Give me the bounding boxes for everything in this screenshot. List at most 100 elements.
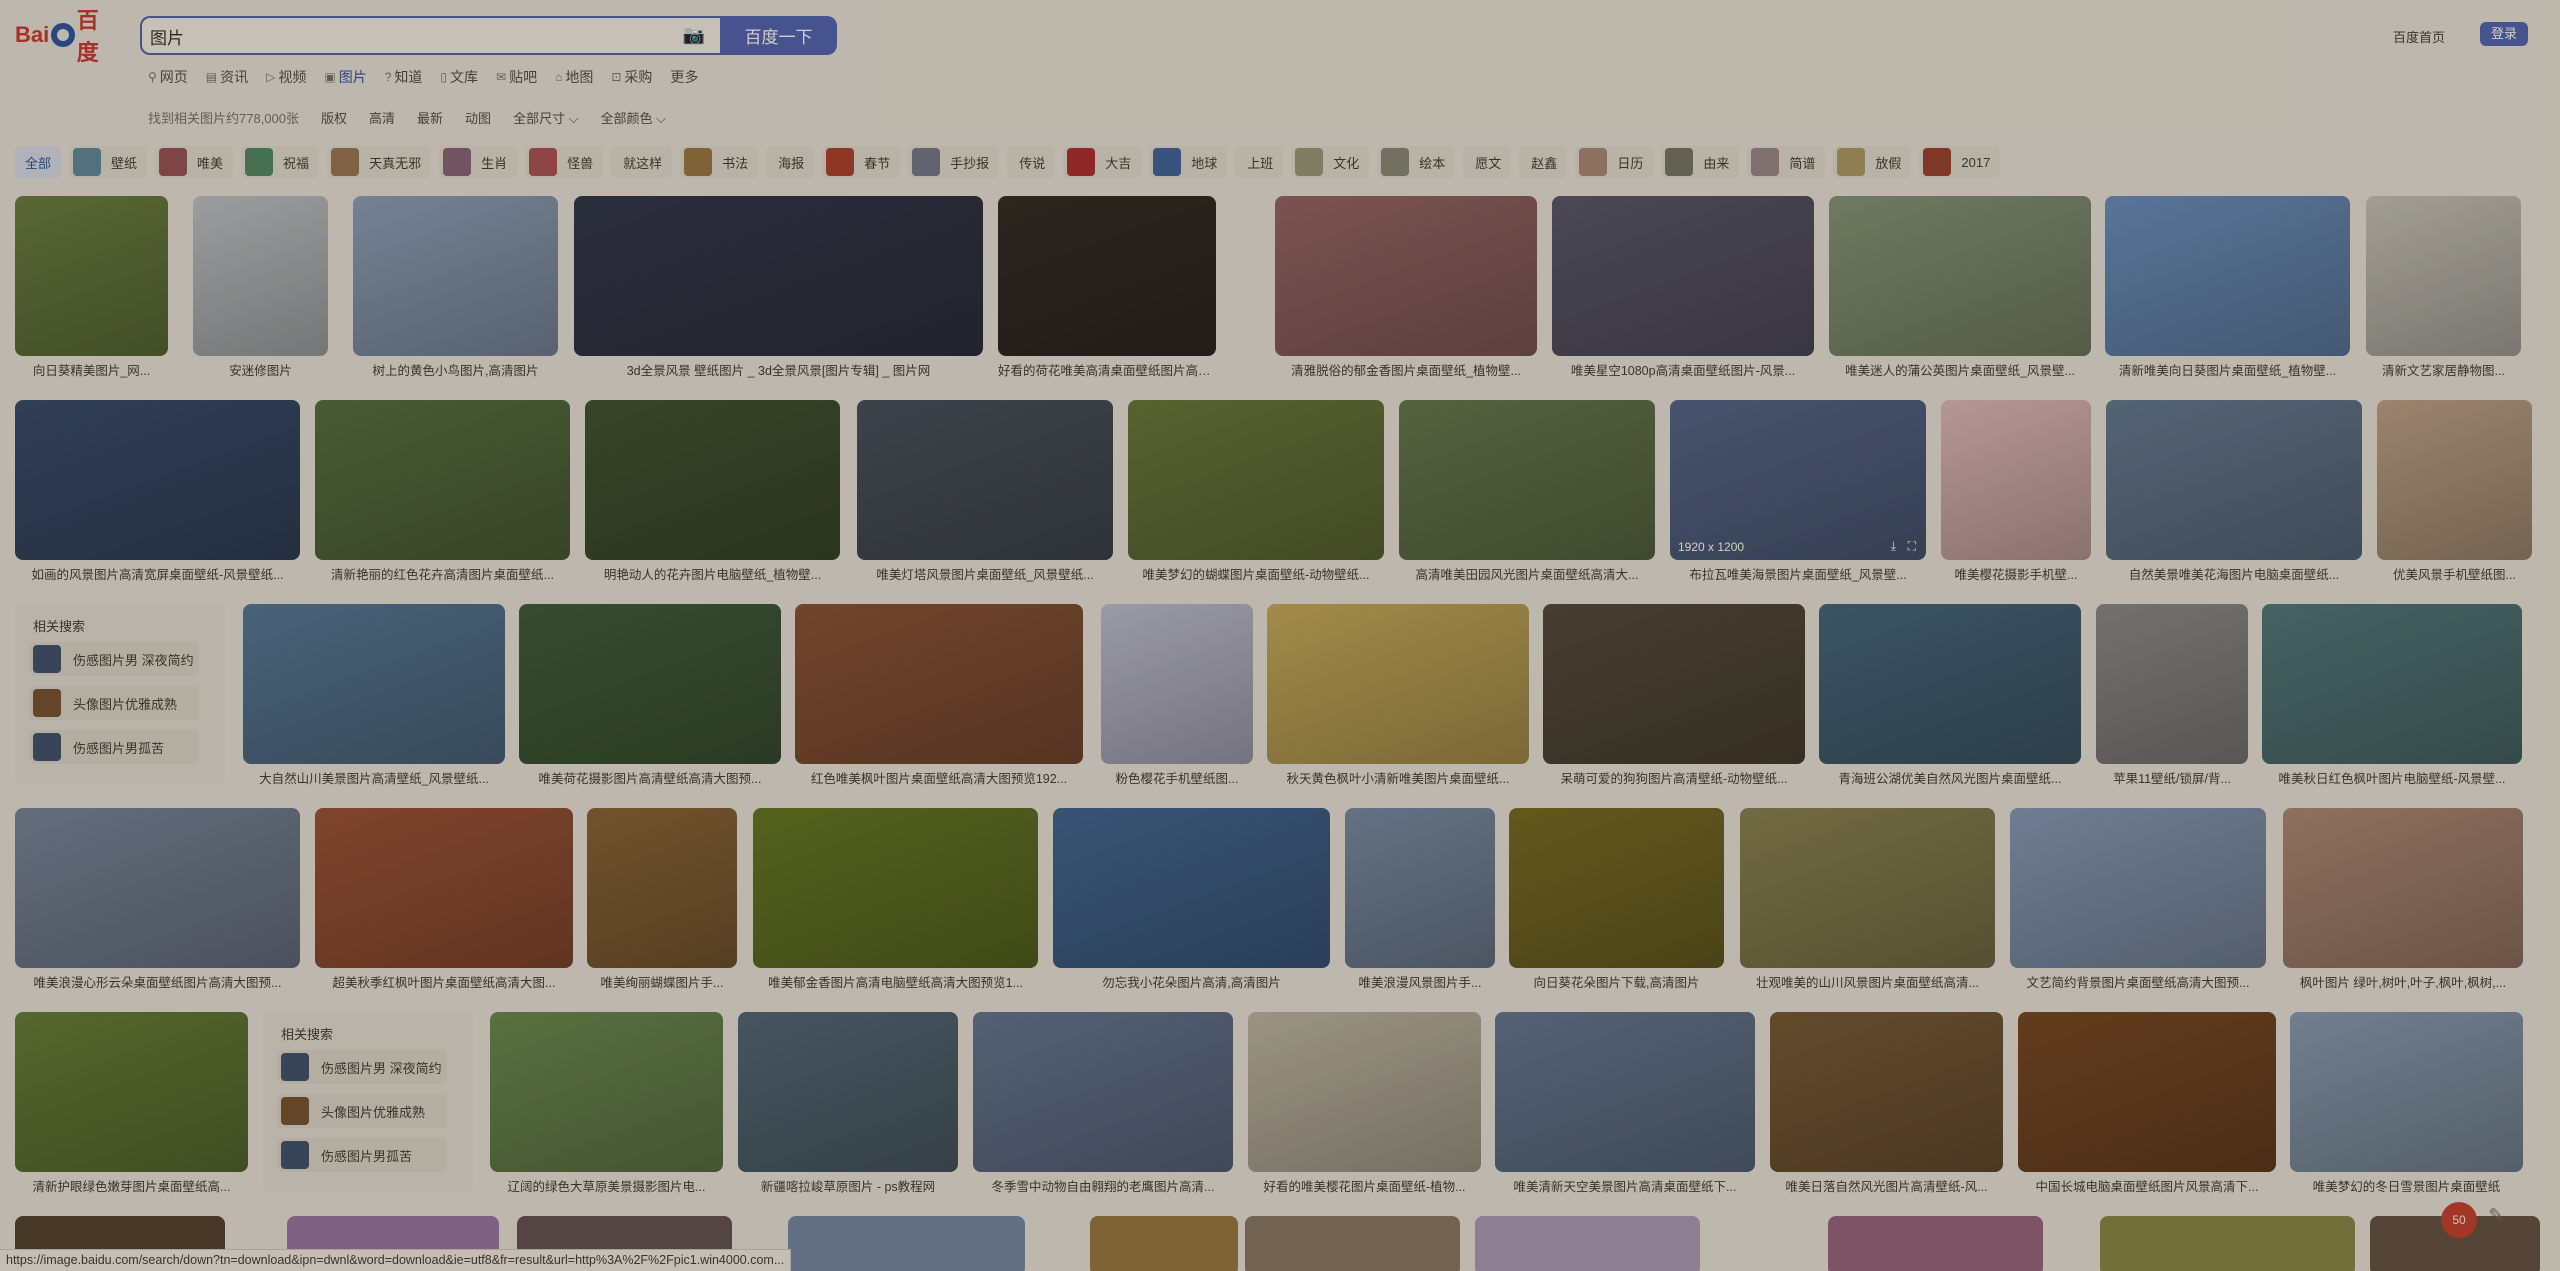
image-thumbnail[interactable] (1543, 604, 1805, 764)
image-thumbnail[interactable] (2290, 1012, 2523, 1172)
tag-6[interactable]: 怪兽 (525, 146, 604, 178)
baidu-logo[interactable]: Bai 百度 (15, 8, 120, 65)
tag-2[interactable]: 唯美 (155, 146, 234, 178)
image-thumbnail[interactable] (574, 196, 983, 356)
image-caption[interactable]: 秋天黄色枫叶小清新唯美图片桌面壁纸... (1267, 768, 1529, 787)
image-thumbnail[interactable] (1740, 808, 1995, 968)
tag-10[interactable]: 春节 (822, 146, 901, 178)
image-thumbnail[interactable] (1828, 1216, 2043, 1271)
image-thumbnail[interactable] (353, 196, 558, 356)
tag-7[interactable]: 就这样 (611, 146, 673, 178)
filter-item-4[interactable]: 全部尺寸 ⌵ (513, 108, 578, 127)
image-caption[interactable]: 唯美星空1080p高清桌面壁纸图片-风景... (1552, 360, 1814, 379)
image-caption[interactable]: 唯美樱花摄影手机壁... (1941, 564, 2091, 583)
image-thumbnail[interactable]: 1920 x 1200 ⤓ ⛶ (1670, 400, 1926, 560)
edit-icon[interactable]: ✎ (2481, 1200, 2511, 1230)
download-icon[interactable]: ⤓ (1891, 539, 1896, 554)
image-thumbnail[interactable] (753, 808, 1038, 968)
image-caption[interactable]: 唯美清新天空美景图片高清桌面壁纸下... (1495, 1176, 1755, 1195)
image-thumbnail[interactable] (1475, 1216, 1700, 1271)
image-thumbnail[interactable] (973, 1012, 1233, 1172)
image-caption[interactable]: 自然美景唯美花海图片电脑桌面壁纸... (2106, 564, 2362, 583)
image-thumbnail[interactable] (1941, 400, 2091, 560)
image-caption[interactable]: 安迷修图片 (193, 360, 328, 379)
image-caption[interactable]: 布拉瓦唯美海景图片桌面壁纸_风景壁... (1670, 564, 1926, 583)
image-caption[interactable]: 唯美绚丽蝴蝶图片手... (587, 972, 737, 991)
tag-16[interactable]: 文化 (1291, 146, 1370, 178)
image-thumbnail[interactable] (857, 400, 1113, 560)
image-thumbnail[interactable] (2010, 808, 2266, 968)
image-thumbnail[interactable] (1399, 400, 1655, 560)
image-thumbnail[interactable] (490, 1012, 723, 1172)
image-caption[interactable]: 唯美日落自然风光图片高清壁纸-风... (1770, 1176, 2003, 1195)
image-thumbnail[interactable] (1275, 196, 1537, 356)
image-thumbnail[interactable] (1101, 604, 1253, 764)
image-thumbnail[interactable] (1819, 604, 2081, 764)
image-thumbnail[interactable] (738, 1012, 958, 1172)
image-caption[interactable]: 唯美梦幻的冬日雪景图片桌面壁纸 (2290, 1176, 2523, 1195)
image-thumbnail[interactable] (2377, 400, 2532, 560)
image-caption[interactable]: 唯美梦幻的蝴蝶图片桌面壁纸-动物壁纸... (1128, 564, 1384, 583)
image-caption[interactable]: 清雅脱俗的郁金香图片桌面壁纸_植物壁... (1275, 360, 1537, 379)
related-search-item[interactable]: 伤感图片男 深夜简约 (29, 642, 199, 676)
image-thumbnail[interactable] (1829, 196, 2091, 356)
image-caption[interactable]: 青海班公湖优美自然风光图片桌面壁纸... (1819, 768, 2081, 787)
image-caption[interactable]: 大自然山川美景图片高清壁纸_风景壁纸... (243, 768, 505, 787)
image-thumbnail[interactable] (2096, 604, 2248, 764)
tag-9[interactable]: 海报 (766, 146, 815, 178)
tag-8[interactable]: 书法 (680, 146, 759, 178)
search-button[interactable]: 百度一下 (720, 16, 837, 55)
filter-item-5[interactable]: 全部颜色 ⌵ (601, 108, 666, 127)
image-caption[interactable]: 清新文艺家居静物图... (2366, 360, 2521, 379)
image-caption[interactable]: 唯美荷花摄影图片高清壁纸高清大图预... (519, 768, 781, 787)
nav-8[interactable]: ⊡ 采购 (611, 67, 652, 87)
image-caption[interactable]: 清新唯美向日葵图片桌面壁纸_植物壁... (2105, 360, 2350, 379)
image-caption[interactable]: 如画的风景图片高清宽屏桌面壁纸-风景壁纸... (15, 564, 300, 583)
image-thumbnail[interactable] (2100, 1216, 2355, 1271)
image-caption[interactable]: 优美风景手机壁纸图... (2377, 564, 2532, 583)
image-caption[interactable]: 中国长城电脑桌面壁纸图片风景高清下... (2018, 1176, 2276, 1195)
image-caption[interactable]: 苹果11壁纸/锁屏/背... (2096, 768, 2248, 787)
related-search-item[interactable]: 伤感图片男 深夜简约 (277, 1050, 447, 1084)
feedback-badge[interactable]: 50 (2441, 1202, 2477, 1238)
expand-icon[interactable]: ⛶ (1908, 539, 1916, 554)
nav-1[interactable]: ▤ 资讯 (206, 67, 248, 87)
filter-item-1[interactable]: 高清 (369, 108, 395, 127)
nav-7[interactable]: ⌂ 地图 (555, 67, 593, 87)
image-caption[interactable]: 3d全景风景 壁纸图片 _ 3d全景风景[图片专辑] _ 图片网 (574, 360, 983, 379)
tag-1[interactable]: 壁纸 (69, 146, 148, 178)
image-thumbnail[interactable] (585, 400, 840, 560)
image-caption[interactable]: 唯美浪漫心形云朵桌面壁纸图片高清大图预... (15, 972, 300, 991)
tag-17[interactable]: 绘本 (1377, 146, 1456, 178)
image-caption[interactable]: 呆萌可爱的狗狗图片高清壁纸-动物壁纸... (1543, 768, 1805, 787)
nav-5[interactable]: ▯ 文库 (440, 67, 478, 87)
tag-21[interactable]: 由来 (1661, 146, 1740, 178)
nav-6[interactable]: ✉ 贴吧 (496, 67, 537, 87)
filter-item-0[interactable]: 版权 (321, 108, 347, 127)
image-caption[interactable]: 勿忘我小花朵图片高清,高清图片 (1053, 972, 1330, 991)
tag-15[interactable]: 上班 (1235, 146, 1284, 178)
image-thumbnail[interactable] (1128, 400, 1384, 560)
image-caption[interactable]: 唯美秋日红色枫叶图片电脑壁纸-风景壁... (2262, 768, 2522, 787)
image-caption[interactable]: 枫叶图片 绿叶,树叶,叶子,枫叶,枫树,... (2283, 972, 2523, 991)
image-caption[interactable]: 树上的黄色小鸟图片,高清图片 (353, 360, 558, 379)
image-caption[interactable]: 辽阔的绿色大草原美景摄影图片电... (490, 1176, 723, 1195)
image-thumbnail[interactable] (1267, 604, 1529, 764)
image-thumbnail[interactable] (243, 604, 505, 764)
image-caption[interactable]: 超美秋季红枫叶图片桌面壁纸高清大图... (315, 972, 573, 991)
tag-0[interactable]: 全部 (15, 146, 62, 178)
tag-18[interactable]: 愿文 (1463, 146, 1512, 178)
related-search-item[interactable]: 头像图片优雅成熟 (29, 686, 199, 720)
tag-11[interactable]: 手抄报 (908, 146, 1000, 178)
filter-item-3[interactable]: 动图 (465, 108, 491, 127)
image-thumbnail[interactable] (795, 604, 1083, 764)
image-thumbnail[interactable] (315, 400, 570, 560)
image-thumbnail[interactable] (1770, 1012, 2003, 1172)
tag-12[interactable]: 传说 (1007, 146, 1056, 178)
tag-19[interactable]: 赵鑫 (1519, 146, 1568, 178)
image-thumbnail[interactable] (15, 1012, 248, 1172)
image-caption[interactable]: 壮观唯美的山川风景图片桌面壁纸高清... (1740, 972, 1995, 991)
image-thumbnail[interactable] (315, 808, 573, 968)
image-caption[interactable]: 粉色樱花手机壁纸图... (1101, 768, 1253, 787)
image-caption[interactable]: 唯美郁金香图片高清电脑壁纸高清大图预览1... (753, 972, 1038, 991)
